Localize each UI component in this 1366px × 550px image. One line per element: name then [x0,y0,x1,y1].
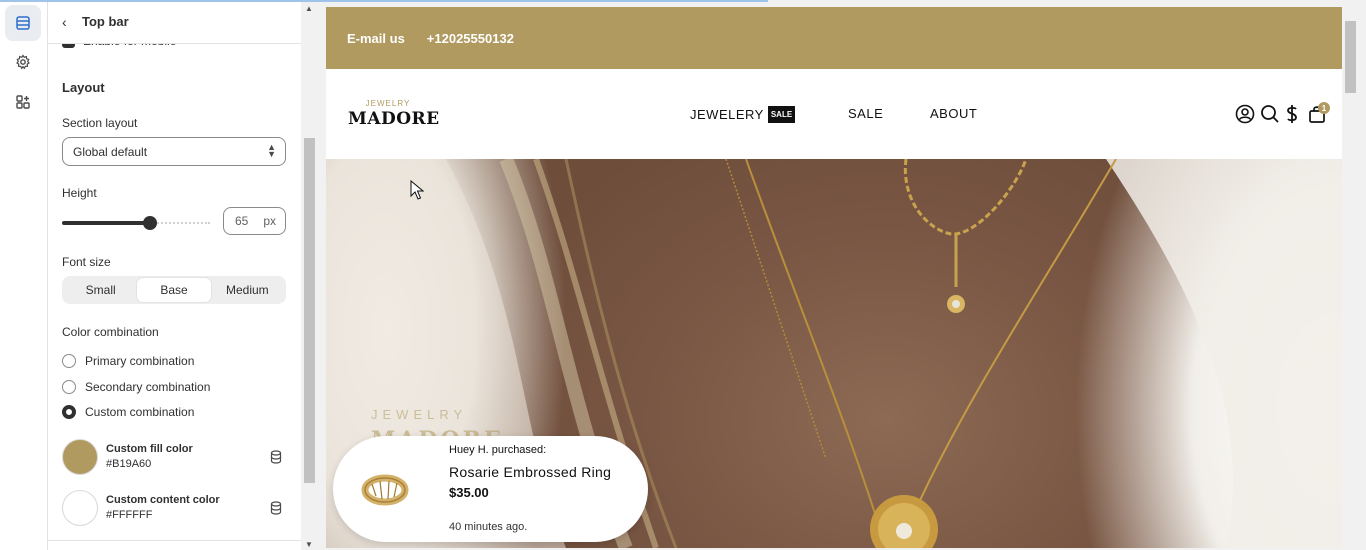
font-size-medium[interactable]: Medium [211,278,284,302]
radio-label: Custom combination [85,405,195,419]
logo-small-text: JEWELRY [365,99,411,108]
slider-thumb[interactable] [143,216,157,230]
loading-bar [0,0,768,2]
purchase-time: 40 minutes ago. [449,521,528,533]
font-size-segmented-control: Small Base Medium [62,276,286,304]
account-icon[interactable] [1235,104,1255,124]
slider-track [150,222,210,224]
storefront-preview: E-mail us +12025550132 JEWELRY MADORE JE… [326,7,1342,548]
database-icon[interactable] [270,501,282,515]
theme-settings-button[interactable] [5,44,41,80]
slider-track-fill [62,221,150,225]
preview-scrollbar[interactable] [1342,7,1359,548]
panel-scrollbar[interactable]: ▲ ▼ [301,0,318,550]
icon-rail [0,0,48,550]
custom-fill-color-row: Custom fill color #B19A60 [62,439,286,477]
section-layout-value: Global default [73,144,148,159]
section-layout-label: Section layout [62,116,138,130]
height-value: 65 [235,214,249,228]
sections-button[interactable] [5,5,41,41]
nav-about[interactable]: ABOUT [930,106,977,121]
nav-label: JEWELERY [690,107,764,122]
scroll-down-arrow-icon[interactable]: ▼ [305,540,313,549]
fill-color-swatch[interactable] [62,439,98,475]
product-name[interactable]: Rosarie Embrossed Ring [449,464,611,480]
radio-secondary-combination[interactable]: Secondary combination [62,380,210,394]
fill-color-name: Custom fill color [106,443,193,455]
select-chevron-icon: ▲ ▼ [267,142,276,159]
fill-color-hex: #B19A60 [106,458,152,470]
ring-product-image [361,474,409,506]
announcement-bar: E-mail us +12025550132 [326,7,1342,69]
font-size-small[interactable]: Small [64,278,137,302]
radio-custom-combination[interactable]: Custom combination [62,405,194,419]
mouse-cursor-icon [410,180,424,200]
purchase-notification[interactable]: Huey H. purchased: Rosarie Embrossed Rin… [333,436,648,542]
content-color-swatch[interactable] [62,490,98,526]
phone-link[interactable]: +12025550132 [427,31,514,46]
panel-title: Top bar [82,14,129,29]
custom-content-color-row: Custom content color #FFFFFF [62,490,286,528]
database-icon[interactable] [270,450,282,464]
chevron-left-icon[interactable]: ‹ [62,14,82,30]
product-price: $35.00 [449,485,489,500]
hero-overlay-small: JEWELRY [371,407,468,422]
theme-editor: Enable for mobile ‹ Top bar Layout Secti… [0,0,1366,550]
radio-primary-combination[interactable]: Primary combination [62,354,194,368]
height-unit: px [263,214,276,228]
sections-icon [16,16,30,30]
radio-label: Primary combination [85,354,195,368]
height-slider[interactable] [62,215,210,231]
email-link[interactable]: E-mail us [347,31,405,46]
font-size-base[interactable]: Base [137,278,211,302]
height-label: Height [62,186,97,200]
currency-dollar-icon[interactable] [1284,104,1300,124]
apps-button[interactable] [5,84,41,120]
scrollbar-thumb[interactable] [304,138,315,483]
section-layout-select[interactable]: Global default ▲ ▼ [62,137,286,166]
site-header: JEWELRY MADORE JEWELERY SALE SALE ABOUT [326,69,1342,159]
content-color-name: Custom content color [106,494,220,506]
nav-label: SALE [848,106,884,121]
panel-divider [48,540,301,541]
apps-icon [16,95,30,109]
search-icon[interactable] [1260,104,1280,124]
nav-jewelery[interactable]: JEWELERY SALE [690,106,796,123]
content-color-hex: #FFFFFF [106,509,153,521]
nav-sale[interactable]: SALE [848,106,883,121]
panel-header: ‹ Top bar [48,0,301,44]
scroll-up-arrow-icon[interactable]: ▲ [305,4,313,13]
settings-gear-icon [16,54,30,70]
radio-button[interactable] [62,380,76,394]
cart-count-badge: 1 [1318,102,1330,114]
sale-badge: SALE [767,106,796,123]
nav-label: ABOUT [930,106,978,121]
settings-panel: Enable for mobile ‹ Top bar Layout Secti… [48,0,301,550]
radio-button-selected[interactable] [62,405,76,419]
layout-heading: Layout [62,80,105,95]
radio-button[interactable] [62,354,76,368]
radio-label: Secondary combination [85,380,211,394]
color-combination-label: Color combination [62,325,159,339]
store-logo[interactable]: JEWELRY MADORE [348,99,440,129]
font-size-label: Font size [62,255,111,269]
logo-big-text: MADORE [348,109,440,129]
purchaser-text: Huey H. purchased: [449,444,547,456]
scrollbar-thumb[interactable] [1345,21,1356,93]
height-input[interactable]: 65 px [223,207,286,235]
